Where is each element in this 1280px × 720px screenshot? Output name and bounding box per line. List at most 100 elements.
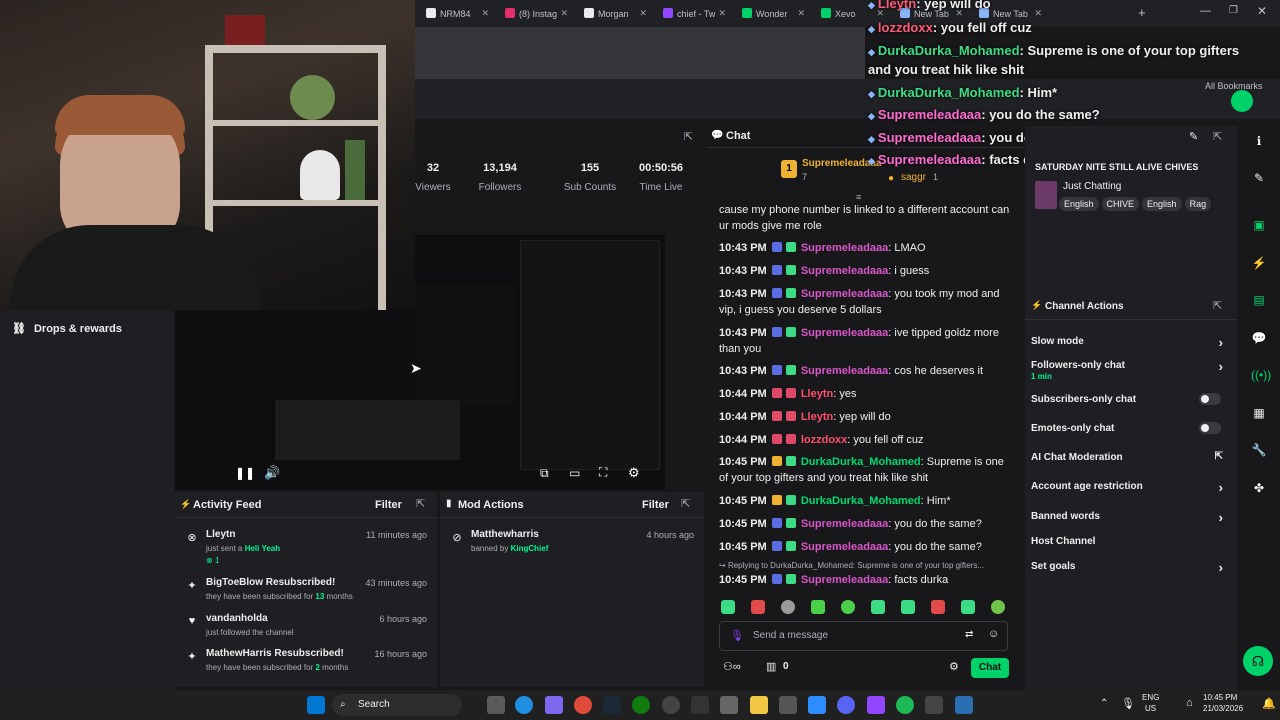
popout-icon[interactable]: ⇱: [1213, 299, 1222, 312]
tag[interactable]: CHIVE: [1101, 197, 1140, 211]
emote-icon[interactable]: [781, 600, 795, 614]
fullscreen-icon[interactable]: ⛶: [599, 465, 607, 480]
pause-icon[interactable]: ❚❚: [235, 466, 255, 480]
edit-icon[interactable]: ✎: [1251, 170, 1267, 186]
feed-username[interactable]: BigToeBlow Resubscribed!: [206, 577, 335, 588]
send-chat-button[interactable]: Chat: [971, 658, 1009, 678]
emoji-icon[interactable]: ☺: [988, 628, 999, 640]
channel-action-row[interactable]: Set goals ›: [1031, 560, 1231, 575]
video-preview[interactable]: ➤: [275, 235, 665, 490]
feed-username[interactable]: vandanholda: [206, 613, 268, 624]
browser-tab[interactable]: Morgan ✕: [578, 4, 653, 24]
store-icon[interactable]: [779, 696, 797, 714]
people-icon[interactable]: ⚇∞: [723, 660, 741, 673]
close-tab-icon[interactable]: ✕: [797, 8, 805, 19]
wrench-icon[interactable]: 🔧: [1251, 442, 1267, 458]
translate-icon[interactable]: ⇄: [965, 629, 973, 640]
channel-action-row[interactable]: Account age restriction ›: [1031, 480, 1231, 495]
emote-icon[interactable]: [871, 600, 885, 614]
leaderboard-user[interactable]: saggr: [901, 172, 926, 183]
message-username[interactable]: Supremeleadaaa: [801, 365, 888, 377]
twitch-icon[interactable]: [867, 696, 885, 714]
message-username[interactable]: Supremeleadaaa: [801, 518, 888, 530]
maximize-icon[interactable]: ❐: [1229, 5, 1238, 16]
emote-icon[interactable]: [751, 600, 765, 614]
language-indicator[interactable]: ENG: [1142, 693, 1159, 702]
message-username[interactable]: Supremeleadaaa: [801, 541, 888, 553]
close-tab-icon[interactable]: ✕: [481, 8, 489, 19]
close-tab-icon[interactable]: ✕: [1034, 8, 1042, 19]
channel-action-row[interactable]: Emotes-only chat: [1031, 422, 1231, 434]
message-username[interactable]: Lleytn: [801, 388, 833, 400]
browser-tab[interactable]: chief - Tw ✕: [657, 4, 732, 24]
toggle-switch[interactable]: [1199, 422, 1221, 434]
close-tab-icon[interactable]: ✕: [560, 8, 568, 19]
broadcast-icon[interactable]: ((•)): [1251, 367, 1271, 383]
edit-pencil-icon[interactable]: ✎: [1189, 130, 1198, 143]
message-username[interactable]: DurkaDurka_Mohamed: [801, 495, 921, 507]
camera-icon[interactable]: ▣: [1251, 217, 1267, 233]
mic-tray-icon[interactable]: 🎙: [1121, 697, 1135, 710]
channel-action-row[interactable]: Subscribers-only chat: [1031, 393, 1231, 405]
popout-icon[interactable]: ⇱: [681, 497, 690, 510]
emote-icon[interactable]: [811, 600, 825, 614]
app-icon[interactable]: [545, 696, 563, 714]
chat-input[interactable]: 🎙 Send a message ⇄ ☺: [719, 621, 1008, 651]
new-tab-button[interactable]: +: [1138, 5, 1146, 20]
clipboard-icon[interactable]: ▤: [1251, 292, 1267, 308]
toggle-switch[interactable]: [1199, 393, 1221, 405]
address-bar[interactable]: [415, 27, 865, 79]
channel-action-row[interactable]: AI Chat Moderation ⇱: [1031, 451, 1231, 463]
collapse-handle-icon[interactable]: ≡: [856, 192, 861, 202]
tag[interactable]: English: [1059, 197, 1099, 211]
popout-icon[interactable]: ⇱: [1213, 130, 1222, 143]
close-tab-icon[interactable]: ✕: [718, 8, 726, 19]
message-username[interactable]: Supremeleadaaa: [801, 242, 888, 254]
feed-username[interactable]: Matthewharris: [471, 529, 539, 540]
close-window-icon[interactable]: ✕: [1257, 4, 1267, 18]
message-username[interactable]: Supremeleadaaa: [801, 288, 888, 300]
filter-button[interactable]: Filter: [375, 499, 402, 511]
xbox-icon[interactable]: [632, 696, 650, 714]
support-headset-icon[interactable]: ☊: [1243, 646, 1273, 676]
app-icon[interactable]: [955, 696, 973, 714]
channel-action-row[interactable]: Followers-only chat 1 min ›: [1031, 359, 1231, 381]
channel-action-row[interactable]: Slow mode ›: [1031, 335, 1231, 350]
volume-icon[interactable]: 🔊: [264, 465, 280, 481]
all-bookmarks-link[interactable]: All Bookmarks: [1205, 81, 1263, 91]
file-explorer-icon[interactable]: [750, 696, 768, 714]
feed-username[interactable]: MathewHarris Resubscribed!: [206, 648, 344, 659]
feed-username[interactable]: Lleytn: [206, 529, 235, 540]
network-icon[interactable]: ⌂: [1186, 697, 1193, 709]
browser-tab[interactable]: Wonder ✕: [736, 4, 811, 24]
gift-icon[interactable]: ▥: [766, 660, 776, 673]
obs-icon[interactable]: [662, 696, 680, 714]
layers-icon[interactable]: ▦: [1251, 405, 1267, 421]
close-tab-icon[interactable]: ✕: [639, 8, 647, 19]
chat-icon[interactable]: 💬: [1251, 330, 1267, 346]
mic-icon[interactable]: 🎙: [730, 629, 744, 642]
discord-icon[interactable]: [837, 696, 855, 714]
emote-icon[interactable]: [991, 600, 1005, 614]
channel-action-row[interactable]: Host Channel: [1031, 536, 1231, 547]
channel-action-row[interactable]: Banned words ›: [1031, 510, 1231, 525]
message-username[interactable]: Supremeleadaaa: [801, 574, 888, 586]
emote-icon[interactable]: [901, 600, 915, 614]
popout-icon[interactable]: ⇱: [416, 497, 425, 510]
minimize-icon[interactable]: —: [1200, 5, 1211, 17]
filter-button[interactable]: Filter: [642, 499, 669, 511]
emote-icon[interactable]: [841, 600, 855, 614]
browser-tab[interactable]: NRM84 ✕: [420, 4, 495, 24]
tag[interactable]: Rag: [1184, 197, 1212, 211]
settings-gear-icon[interactable]: ⚙: [628, 465, 640, 481]
chrome-icon[interactable]: [574, 696, 592, 714]
message-username[interactable]: Supremeleadaaa: [801, 327, 888, 339]
taskbar-search[interactable]: ⌕ Search: [332, 694, 462, 716]
puzzle-icon[interactable]: ✤: [1251, 480, 1267, 496]
clip-icon[interactable]: ⧉: [540, 466, 549, 481]
stream-category[interactable]: Just Chatting: [1063, 181, 1121, 192]
emote-icon[interactable]: [931, 600, 945, 614]
chat-settings-icon[interactable]: ⚙: [949, 660, 959, 673]
drops-rewards-link[interactable]: ⛓ Drops & rewards: [12, 322, 122, 335]
spotify-icon[interactable]: [896, 696, 914, 714]
